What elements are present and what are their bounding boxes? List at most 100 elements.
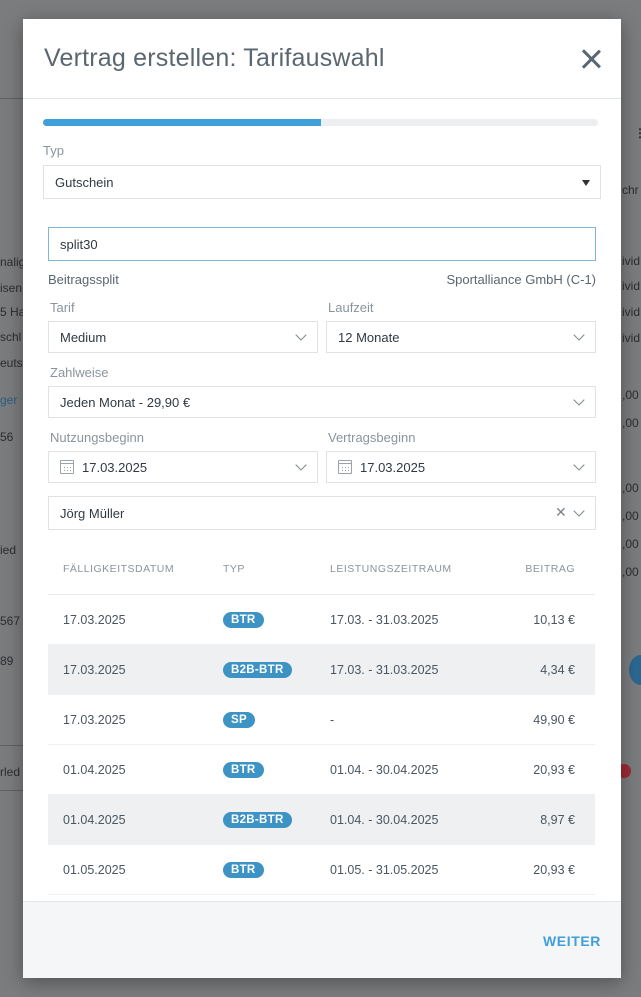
amount: 20,93 €: [487, 744, 595, 795]
due-date: 01.04.2025: [48, 794, 208, 845]
wizard-progress-bar: [43, 119, 598, 126]
type-cell: B2B-BTR: [208, 644, 315, 695]
amount: 10,13 €: [487, 594, 595, 645]
due-date: 01.05.2025: [48, 844, 208, 895]
close-icon[interactable]: [581, 49, 601, 69]
bg-text: 89: [0, 654, 14, 668]
due-date: 17.03.2025: [48, 594, 208, 645]
type-badge: B2B-BTR: [223, 811, 292, 828]
table-row: 01.04.2025 BTR 01.04. - 30.04.2025 20,93…: [48, 744, 595, 795]
dialog-footer: WEITER: [23, 901, 621, 978]
table-row: 17.03.2025 B2B-BTR 17.03. - 31.03.2025 4…: [48, 644, 595, 695]
type-badge: SP: [223, 711, 255, 728]
bg-text: 5 Ha: [0, 305, 26, 319]
bg-divider: [0, 790, 23, 791]
type-badge: B2B-BTR: [223, 661, 292, 678]
payment-schedule-table: FÄLLIGKEITSDATUM TYP LEISTUNGSZEITRAUM B…: [48, 544, 595, 895]
table-row: 17.03.2025 SP - 49,90 €: [48, 694, 595, 745]
vertragsbeginn-datepicker[interactable]: 17.03.2025: [326, 451, 596, 483]
progress-fill: [43, 119, 321, 126]
table-row: 01.04.2025 B2B-BTR 01.04. - 30.04.2025 8…: [48, 794, 595, 845]
vertragsbeginn-value: 17.03.2025: [360, 459, 426, 475]
dialog-title: Vertrag erstellen: Tarifauswahl: [44, 44, 385, 72]
voucher-name: Beitragssplit: [48, 272, 119, 287]
type-cell: BTR: [208, 594, 315, 645]
zahlweise-select[interactable]: Jeden Monat - 29,90 €: [48, 386, 596, 418]
laufzeit-label: Laufzeit: [328, 300, 374, 315]
calendar-icon: [60, 460, 74, 474]
bg-text: ivid: [622, 331, 641, 345]
type-select-value: Gutschein: [55, 174, 114, 190]
column-header-type: TYP: [208, 544, 315, 595]
voucher-company: Sportalliance GmbH (C-1): [446, 272, 596, 287]
type-badge: BTR: [223, 611, 264, 628]
bg-text: isen: [0, 281, 23, 295]
type-select[interactable]: Gutschein: [43, 165, 601, 199]
bg-text: ivid: [622, 305, 641, 319]
column-header-period: LEISTUNGSZEITRAUM: [315, 544, 488, 595]
due-date: 17.03.2025: [48, 644, 208, 695]
bg-text: ivid: [622, 254, 641, 268]
member-select-value: Jörg Müller: [60, 505, 125, 521]
next-button[interactable]: WEITER: [543, 933, 601, 949]
bg-menu-icon: ⋮: [634, 126, 641, 140]
due-date: 01.04.2025: [48, 744, 208, 795]
bg-text: rled: [0, 765, 21, 779]
laufzeit-select-value: 12 Monate: [338, 329, 400, 345]
bg-text: ,00: [622, 481, 639, 495]
tarif-select-value: Medium: [60, 329, 107, 345]
bg-text: chr: [622, 183, 639, 197]
nutzungsbeginn-label: Nutzungsbeginn: [50, 430, 144, 445]
calendar-icon: [338, 460, 352, 474]
bg-text: ,00: [622, 565, 639, 579]
type-badge: BTR: [223, 761, 264, 778]
amount: 8,97 €: [487, 794, 595, 845]
bg-divider: [0, 745, 23, 746]
table-header-row: FÄLLIGKEITSDATUM TYP LEISTUNGSZEITRAUM B…: [48, 544, 595, 595]
type-cell: BTR: [208, 744, 315, 795]
nutzungsbeginn-value: 17.03.2025: [82, 459, 148, 475]
bg-text: ivid: [622, 279, 641, 293]
type-cell: BTR: [208, 844, 315, 895]
tarif-label: Tarif: [50, 300, 75, 315]
column-header-date: FÄLLIGKEITSDATUM: [48, 544, 208, 595]
tarif-select[interactable]: Medium: [48, 321, 318, 353]
type-label: Typ: [43, 143, 64, 158]
dialog-header: Vertrag erstellen: Tarifauswahl: [23, 19, 621, 99]
contract-dialog: Vertrag erstellen: Tarifauswahl Typ Guts…: [23, 19, 621, 978]
service-period: 17.03. - 31.03.2025: [315, 594, 488, 645]
zahlweise-label: Zahlweise: [50, 365, 109, 380]
zahlweise-select-value: Jeden Monat - 29,90 €: [60, 394, 191, 410]
nutzungsbeginn-datepicker[interactable]: 17.03.2025: [48, 451, 318, 483]
service-period: 01.04. - 30.04.2025: [315, 744, 488, 795]
bg-link: ger: [0, 393, 18, 407]
table-row: 01.05.2025 BTR 01.05. - 31.05.2025 20,93…: [48, 844, 595, 895]
bg-divider: [0, 98, 23, 99]
member-select[interactable]: Jörg Müller ✕: [48, 496, 596, 530]
amount: 4,34 €: [487, 644, 595, 695]
clear-icon[interactable]: ✕: [555, 505, 567, 519]
vertragsbeginn-label: Vertragsbeginn: [328, 430, 416, 445]
service-period: 17.03. - 31.03.2025: [315, 644, 488, 695]
bg-text: ,00: [622, 537, 639, 551]
type-cell: B2B-BTR: [208, 794, 315, 845]
type-cell: SP: [208, 694, 315, 745]
service-period: -: [315, 694, 488, 745]
due-date: 17.03.2025: [48, 694, 208, 745]
bg-text: 567: [0, 614, 21, 628]
service-period: 01.05. - 31.05.2025: [315, 844, 488, 895]
bg-text: ,00: [622, 416, 639, 430]
bg-text: ,00: [622, 388, 639, 402]
amount: 49,90 €: [487, 694, 595, 745]
bg-text: nalig: [0, 255, 26, 269]
bg-text: schl: [0, 330, 22, 344]
amount: 20,93 €: [487, 844, 595, 895]
table-row: 17.03.2025 BTR 17.03. - 31.03.2025 10,13…: [48, 594, 595, 645]
voucher-code-input[interactable]: split30: [48, 227, 596, 261]
column-header-amount: BEITRAG: [487, 544, 595, 595]
laufzeit-select[interactable]: 12 Monate: [326, 321, 596, 353]
bg-text: ,00: [622, 509, 639, 523]
type-badge: BTR: [223, 861, 264, 878]
service-period: 01.04. - 30.04.2025: [315, 794, 488, 845]
bg-text: 56: [0, 430, 14, 444]
